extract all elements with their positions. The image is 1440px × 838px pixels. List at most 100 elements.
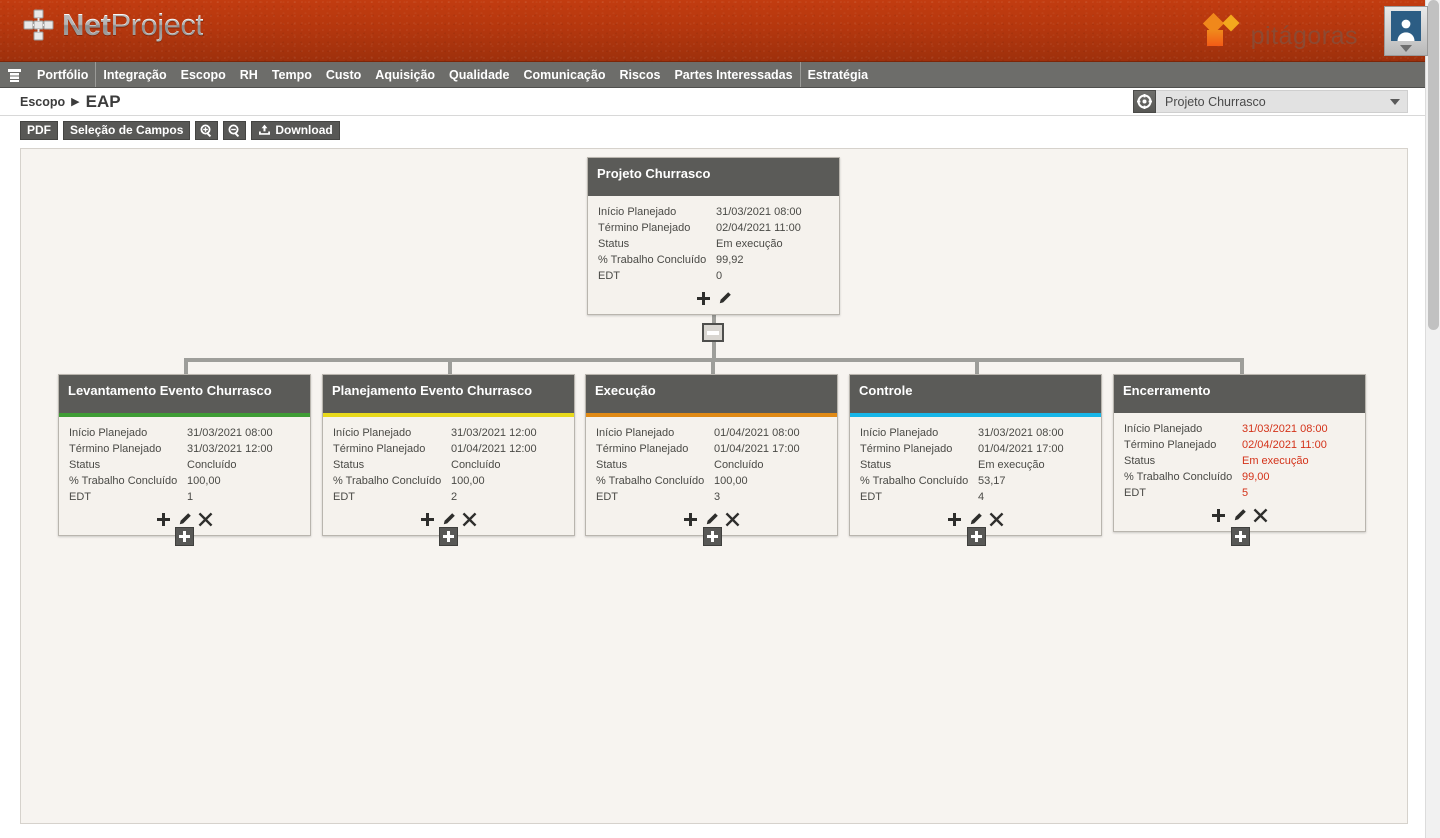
- edit-pencil-icon[interactable]: [177, 512, 192, 527]
- tree-wire-horizontal-bus: [186, 358, 1244, 362]
- nav-item-estrategia[interactable]: Estratégia: [799, 62, 875, 87]
- nav-item-portfolio[interactable]: Portfólio: [30, 62, 95, 87]
- delete-icon[interactable]: [462, 512, 477, 527]
- expand-node-button-1[interactable]: [175, 527, 194, 546]
- eap-toolbar: PDF Seleção de Campos Download: [0, 116, 1440, 144]
- field-start: Início Planejado 31/03/2021 08:00: [860, 425, 1091, 441]
- project-select-box[interactable]: Projeto Churrasco: [1156, 90, 1408, 113]
- field-label: % Trabalho Concluído: [596, 475, 705, 487]
- edit-pencil-icon[interactable]: [441, 512, 456, 527]
- field-label: Status: [598, 238, 630, 250]
- expand-node-button-4[interactable]: [967, 527, 986, 546]
- zoom-out-icon[interactable]: [223, 120, 247, 140]
- field-work-done: % Trabalho Concluído 100,00: [596, 473, 827, 489]
- delete-icon[interactable]: [1253, 508, 1268, 523]
- field-value: 0: [716, 270, 723, 282]
- netproject-logo-icon: [23, 9, 54, 41]
- field-work-done: % Trabalho Concluído 99,92: [598, 252, 829, 268]
- field-value: 2: [451, 491, 458, 503]
- nav-item-escopo[interactable]: Escopo: [174, 62, 233, 87]
- page-scrollbar-thumb[interactable]: [1428, 0, 1439, 330]
- add-icon[interactable]: [947, 512, 962, 527]
- collapse-node-button[interactable]: [702, 323, 724, 342]
- field-selection-button[interactable]: Seleção de Campos: [63, 120, 191, 140]
- node-fields: Início Planejado 31/03/2021 08:00 Término…: [59, 417, 310, 509]
- netproject-page: NetProject pitágoras Portfólio Integraçã…: [0, 0, 1440, 838]
- list-menu-icon[interactable]: [0, 62, 30, 87]
- field-label: Término Planejado: [596, 443, 689, 455]
- breadcrumb-separator-icon: ▶: [71, 96, 80, 108]
- add-icon[interactable]: [420, 512, 435, 527]
- download-button[interactable]: Download: [251, 120, 340, 140]
- field-status: Status Concluído: [333, 457, 564, 473]
- edit-pencil-icon[interactable]: [717, 291, 732, 306]
- tree-node-root[interactable]: Projeto Churrasco Início Planejado 31/03…: [587, 157, 840, 315]
- field-wbs: EDT 1: [69, 489, 300, 505]
- add-icon[interactable]: [156, 512, 171, 527]
- field-label: Início Planejado: [69, 427, 148, 439]
- field-finish: Término Planejado 01/04/2021 17:00: [860, 441, 1091, 457]
- delete-icon[interactable]: [725, 512, 740, 527]
- field-label: Término Planejado: [1124, 439, 1217, 451]
- zoom-in-icon[interactable]: [195, 120, 219, 140]
- field-label: EDT: [598, 270, 620, 282]
- node-fields: Início Planejado 31/03/2021 08:00 Término…: [850, 417, 1101, 509]
- partner-logo-text: pitágoras: [1250, 22, 1358, 50]
- add-icon[interactable]: [696, 291, 711, 306]
- nav-item-qualidade[interactable]: Qualidade: [442, 62, 516, 87]
- project-selector[interactable]: Projeto Churrasco: [1133, 90, 1408, 113]
- field-label: EDT: [596, 491, 618, 503]
- field-start: Início Planejado 31/03/2021 08:00: [69, 425, 300, 441]
- breadcrumb-parent[interactable]: Escopo: [20, 95, 65, 109]
- edit-pencil-icon[interactable]: [704, 512, 719, 527]
- field-start: Início Planejado 31/03/2021 12:00: [333, 425, 564, 441]
- expand-node-button-2[interactable]: [439, 527, 458, 546]
- nav-item-partes-interessadas[interactable]: Partes Interessadas: [667, 62, 799, 87]
- field-value: Concluído: [714, 459, 764, 471]
- nav-item-integracao[interactable]: Integração: [95, 62, 173, 87]
- tree-wire-drop-2: [448, 358, 452, 375]
- add-icon[interactable]: [683, 512, 698, 527]
- delete-icon[interactable]: [198, 512, 213, 527]
- field-label: Status: [860, 459, 892, 471]
- pitagoras-mark-icon: [1202, 12, 1240, 46]
- tree-wire-drop-1: [184, 358, 188, 375]
- field-value: 99,00: [1242, 471, 1270, 483]
- edit-pencil-icon[interactable]: [968, 512, 983, 527]
- field-label: EDT: [1124, 487, 1146, 499]
- nav-item-tempo[interactable]: Tempo: [265, 62, 319, 87]
- nav-item-rh[interactable]: RH: [233, 62, 265, 87]
- nav-item-riscos[interactable]: Riscos: [612, 62, 667, 87]
- expand-node-button-3[interactable]: [703, 527, 722, 546]
- field-label: EDT: [860, 491, 882, 503]
- add-icon[interactable]: [1211, 508, 1226, 523]
- node-title: Execução: [586, 375, 837, 413]
- field-value: 02/04/2021 11:00: [1242, 439, 1327, 451]
- user-account-menu[interactable]: [1384, 6, 1428, 56]
- tree-node-child-2[interactable]: Planejamento Evento Churrasco Início Pla…: [322, 374, 575, 536]
- field-work-done: % Trabalho Concluído 100,00: [333, 473, 564, 489]
- nav-item-comunicacao[interactable]: Comunicação: [516, 62, 612, 87]
- nav-item-custo[interactable]: Custo: [319, 62, 368, 87]
- page-scrollbar[interactable]: [1425, 0, 1440, 838]
- field-value: 53,17: [978, 475, 1006, 487]
- field-label: Início Planejado: [860, 427, 939, 439]
- pdf-button[interactable]: PDF: [20, 120, 58, 140]
- tree-node-child-3[interactable]: Execução Início Planejado 01/04/2021 08:0…: [585, 374, 838, 536]
- field-label: % Trabalho Concluído: [333, 475, 442, 487]
- tree-node-child-1[interactable]: Levantamento Evento Churrasco Início Pla…: [58, 374, 311, 536]
- edit-pencil-icon[interactable]: [1232, 508, 1247, 523]
- target-icon[interactable]: [1133, 90, 1156, 113]
- delete-icon[interactable]: [989, 512, 1004, 527]
- brand-name: NetProject: [62, 7, 204, 42]
- node-fields: Início Planejado 31/03/2021 08:00 Término…: [1114, 413, 1365, 505]
- tree-node-child-5[interactable]: Encerramento Início Planejado 31/03/2021 …: [1113, 374, 1366, 532]
- tree-node-child-4[interactable]: Controle Início Planejado 31/03/2021 08:0…: [849, 374, 1102, 536]
- field-value: 02/04/2021 11:00: [716, 222, 801, 234]
- project-select-value: Projeto Churrasco: [1165, 94, 1266, 109]
- field-status: Status Em execução: [1124, 453, 1355, 469]
- tree-wire-below-collapse: [712, 342, 716, 359]
- nav-item-aquisicao[interactable]: Aquisição: [368, 62, 442, 87]
- partner-logo: pitágoras: [1202, 8, 1358, 50]
- expand-node-button-5[interactable]: [1231, 527, 1250, 546]
